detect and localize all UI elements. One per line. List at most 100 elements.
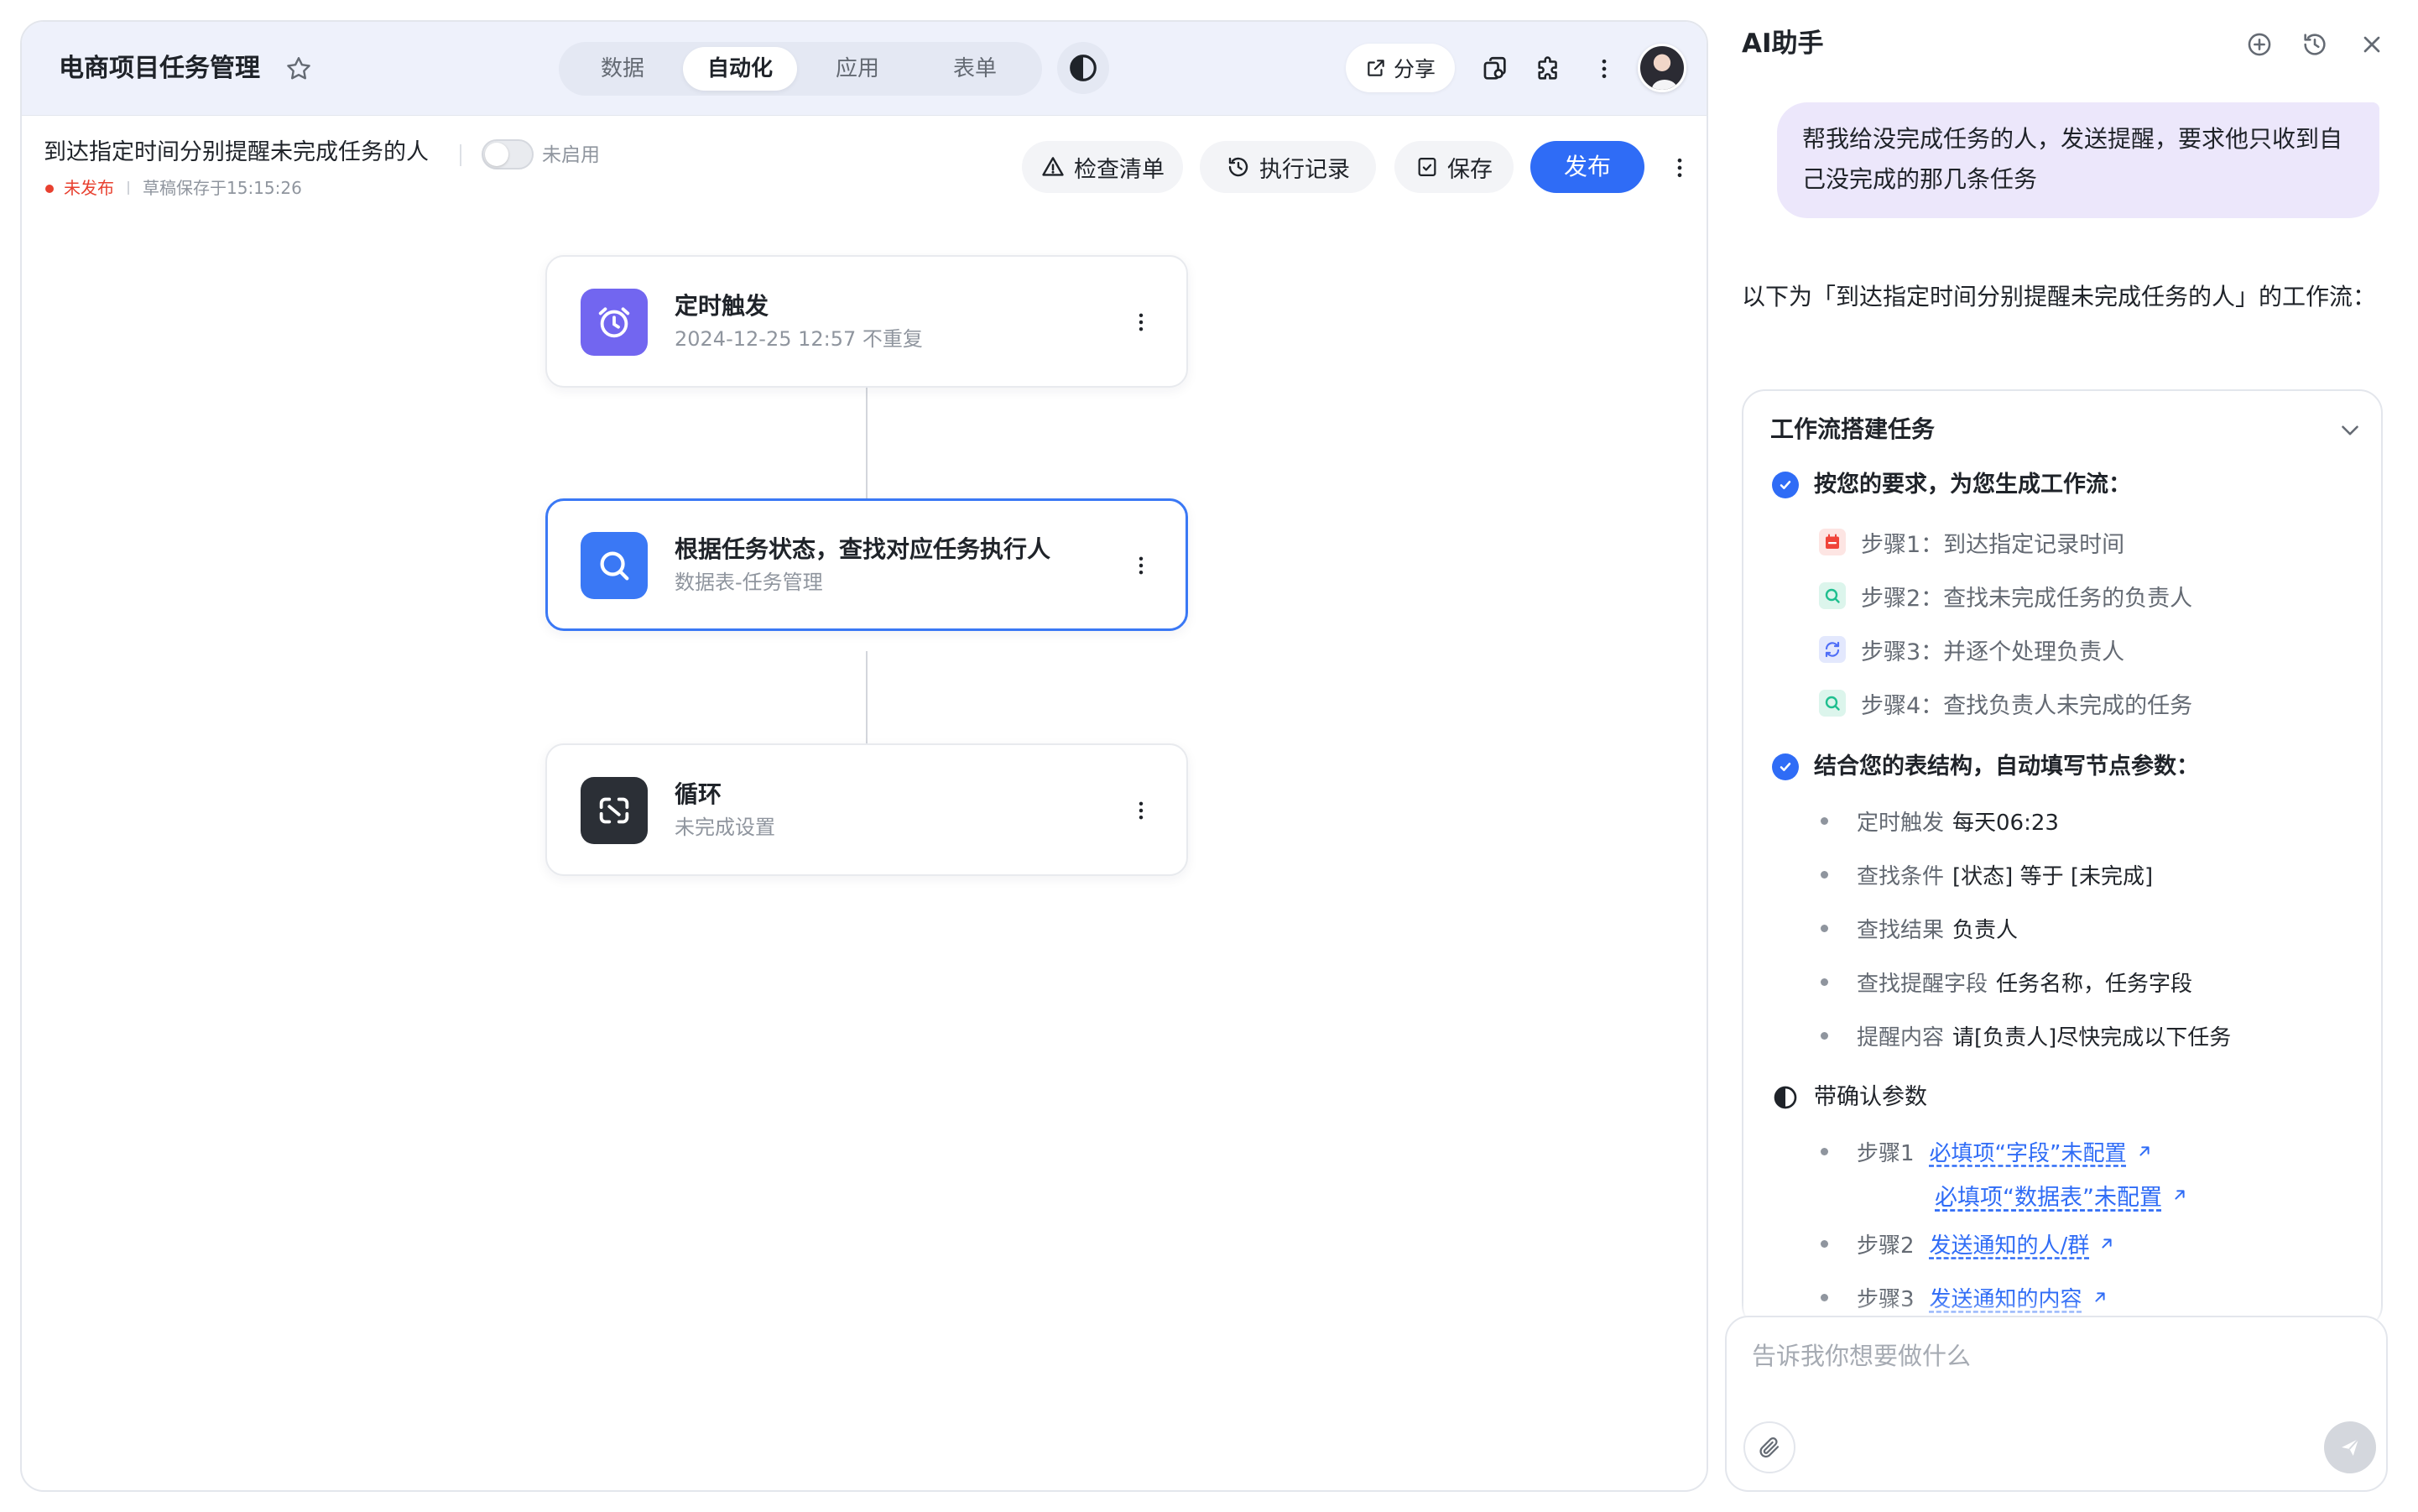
link-label: 必填项“字段”未配置 [1929,1140,2127,1166]
bullet [1821,978,1828,986]
section-pending-params: 带确认参数 [1772,1081,1927,1114]
app-header: 电商项目任务管理 数据 自动化 应用 表单 分享 [22,22,1707,116]
external-arrow-icon [2170,1186,2189,1204]
link-label: 发送通知的内容 [1929,1286,2082,1312]
param-item: 查找结果 负责人 [1821,911,2018,945]
step-item: 步骤2：查找未完成任务的负责人 [1819,579,2192,613]
bullet [1821,816,1828,825]
tab-apps[interactable]: 应用 [800,47,915,91]
enable-toggle[interactable] [482,139,534,169]
share-icon [1365,57,1387,79]
history-icon [1226,154,1251,180]
warning-icon [1040,154,1066,180]
more-vertical-icon[interactable] [1665,153,1695,183]
workflow-title[interactable]: 到达指定时间分别提醒未完成任务的人 [44,138,429,168]
node-subtitle: 未完成设置 [675,816,775,839]
status-dot [45,185,54,193]
param-value: 负责人 [1952,917,2019,943]
pending-item: 步骤3 发送通知的内容 [1821,1280,2109,1314]
more-vertical-icon[interactable] [1126,795,1156,826]
flow-node-timer-trigger[interactable]: 定时触发 2024-12-25 12:57 不重复 [545,255,1188,388]
section-generated-workflow: 按您的要求，为您生成工作流： [1772,468,2131,502]
ai-panel-title: AI助手 [1742,29,1824,59]
ai-intro-text: 以下为「到达指定时间分别提醒未完成任务的人」的工作流： [1742,283,2377,310]
attach-button[interactable] [1743,1421,1795,1473]
node-subtitle: 2024-12-25 12:57 不重复 [675,327,923,351]
halfmoon-icon [1067,52,1099,84]
plugin-icon[interactable] [1532,52,1566,86]
divider [128,181,129,195]
save-button[interactable]: 保存 [1394,141,1514,193]
flow-node-find-assignee[interactable]: 根据任务状态，查找对应任务执行人 数据表-任务管理 [545,498,1188,631]
search-icon [1819,690,1846,717]
pending-step: 步骤1 [1857,1140,1915,1166]
copy-icon[interactable] [1478,52,1512,86]
bullet [1821,924,1828,932]
avatar[interactable] [1638,44,1686,92]
more-vertical-icon[interactable] [1126,307,1156,337]
workflow-workspace: 电商项目任务管理 数据 自动化 应用 表单 分享 到达指定时间分别提醒未完成任务… [20,20,1708,1492]
external-arrow-icon [2098,1234,2116,1253]
node-title: 定时触发 [675,292,769,320]
pending-step: 步骤2 [1857,1233,1915,1259]
publish-button[interactable]: 发布 [1530,141,1644,193]
config-link[interactable]: 必填项“数据表”未配置 [1935,1179,2189,1212]
chevron-down-icon[interactable] [2336,416,2364,445]
param-key: 定时触发 [1857,810,1945,836]
param-value: 请[负责人]尽快完成以下任务 [1952,1025,2232,1051]
tab-data[interactable]: 数据 [565,47,680,91]
save-label: 保存 [1447,156,1493,183]
checklist-button[interactable]: 检查清单 [1022,141,1183,193]
node-subtitle: 数据表-任务管理 [675,571,823,594]
checklist-label: 检查清单 [1074,156,1165,183]
step-item: 步骤4：查找负责人未完成的任务 [1819,686,2192,720]
search-icon [1819,582,1846,609]
param-key: 查找结果 [1857,917,1945,943]
calendar-icon [1819,529,1846,555]
loop-icon [581,777,648,844]
link-label: 发送通知的人/群 [1929,1233,2090,1259]
chat-input-box[interactable]: 告诉我你想要做什么 [1725,1316,2388,1492]
config-link[interactable]: 必填项“字段”未配置 [1930,1136,2154,1167]
config-link[interactable]: 发送通知的人/群 [1930,1228,2117,1259]
bullet [1821,1239,1828,1248]
bullet [1821,1031,1828,1040]
tab-forms[interactable]: 表单 [918,47,1032,91]
check-circle-icon [1772,472,1799,498]
share-button[interactable]: 分享 [1346,44,1455,92]
step-label: 步骤4：查找负责人未完成的任务 [1861,692,2193,719]
config-link[interactable]: 发送通知的内容 [1930,1282,2109,1313]
view-tabs: 数据 自动化 应用 表单 [559,42,1042,96]
star-icon[interactable] [284,54,314,84]
more-vertical-icon[interactable] [1126,550,1156,581]
section-title: 结合您的表结构，自动填写节点参数： [1814,753,2199,779]
chat-input-placeholder[interactable]: 告诉我你想要做什么 [1752,1339,1971,1373]
publish-status: 未发布 [64,178,114,198]
step-item: 步骤3：并逐个处理负责人 [1819,633,2124,666]
param-key: 提醒内容 [1857,1025,1945,1051]
more-vertical-icon[interactable] [1587,52,1621,86]
param-value: [状态] 等于 [未完成] [1952,863,2154,889]
step-label: 步骤2：查找未完成任务的负责人 [1861,585,2193,612]
workflow-task-card: 工作流搭建任务 按您的要求，为您生成工作流： 步骤1：到达指定记录时间 步骤2：… [1742,389,2383,1329]
section-title: 按您的要求，为您生成工作流： [1814,472,2131,498]
history-button[interactable]: 执行记录 [1200,141,1376,193]
tab-automation[interactable]: 自动化 [683,47,797,91]
send-button[interactable] [2324,1421,2376,1473]
param-item: 定时触发 每天06:23 [1821,804,2059,837]
new-chat-icon[interactable] [2243,29,2275,60]
history-icon[interactable] [2299,29,2331,60]
halfmoon-icon [1772,1084,1799,1111]
bullet [1821,1293,1828,1301]
pending-item: 步骤2 发送通知的人/群 [1821,1227,2116,1260]
node-title: 循环 [675,780,722,808]
halfmoon-button[interactable] [1057,42,1109,94]
history-label: 执行记录 [1259,156,1350,183]
alarm-clock-icon [581,289,648,356]
close-icon[interactable] [2356,29,2388,60]
external-arrow-icon [2091,1288,2109,1306]
section-title: 带确认参数 [1814,1084,1927,1110]
flow-node-loop[interactable]: 循环 未完成设置 [545,743,1188,876]
step-item: 步骤1：到达指定记录时间 [1819,525,2124,559]
toggle-label: 未启用 [542,144,600,166]
